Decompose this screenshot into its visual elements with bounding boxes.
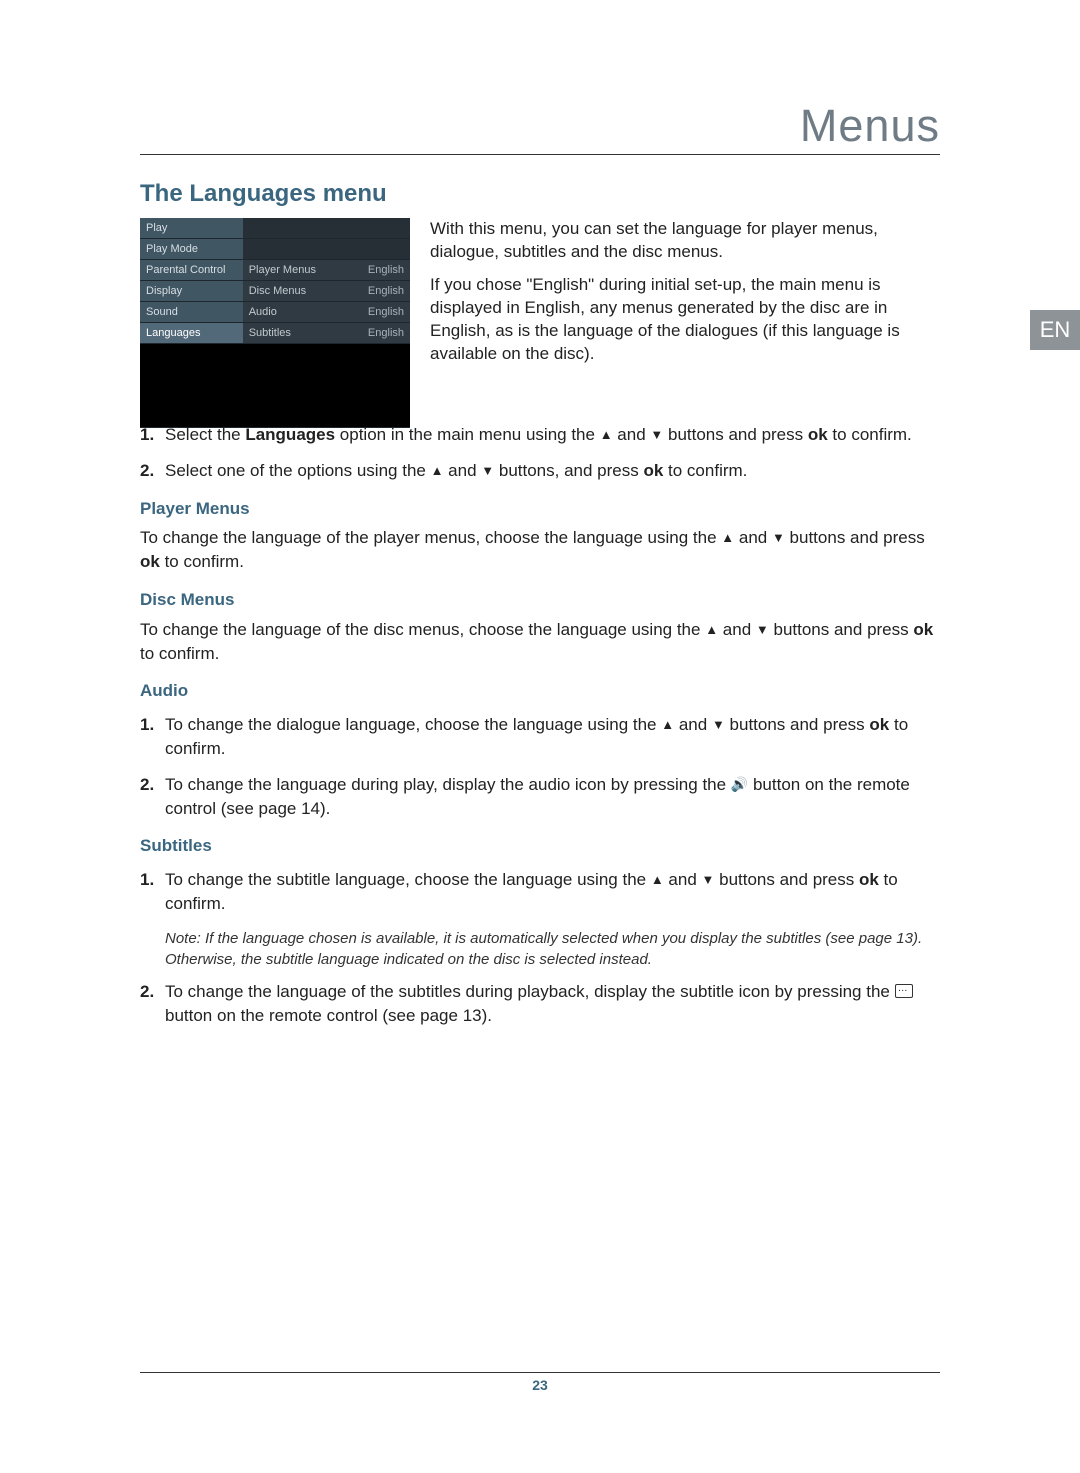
- top-steps: 1. Select the Languages option in the ma…: [140, 423, 940, 483]
- section-title: The Languages menu: [140, 180, 940, 208]
- up-arrow-icon: ▲: [431, 464, 444, 477]
- up-arrow-icon: ▲: [721, 531, 734, 544]
- menu-mid-disc: Disc Menus: [243, 281, 351, 302]
- down-arrow-icon: ▼: [702, 873, 715, 886]
- menu-left-languages: Languages: [140, 323, 243, 344]
- menu-val-player: English: [351, 260, 410, 281]
- subtitles-step-2: 2. To change the language of the subtitl…: [140, 980, 940, 1028]
- down-arrow-icon: ▼: [481, 464, 494, 477]
- step-2: 2. Select one of the options using the ▲…: [140, 459, 940, 483]
- subtitles-heading: Subtitles: [140, 834, 940, 858]
- step-1: 1. Select the Languages option in the ma…: [140, 423, 940, 447]
- subtitles-step-1: 1. To change the subtitle language, choo…: [140, 868, 940, 916]
- menu-left-sound: Sound: [140, 302, 243, 323]
- sound-icon: 🔊: [731, 775, 748, 795]
- up-arrow-icon: ▲: [661, 718, 674, 731]
- menu-mid-subtitles: Subtitles: [243, 323, 351, 344]
- subtitles-steps: 1. To change the subtitle language, choo…: [140, 868, 940, 916]
- subtitle-icon: [895, 984, 913, 998]
- player-menus-para: To change the language of the player men…: [140, 526, 940, 574]
- menu-val-audio: English: [351, 302, 410, 323]
- menu-val-subtitles: English: [351, 323, 410, 344]
- subtitles-steps-2: 2. To change the language of the subtitl…: [140, 980, 940, 1028]
- up-arrow-icon: ▲: [600, 428, 613, 441]
- menu-mid-audio: Audio: [243, 302, 351, 323]
- language-tab: EN: [1030, 310, 1080, 350]
- audio-heading: Audio: [140, 679, 940, 703]
- player-menus-heading: Player Menus: [140, 497, 940, 521]
- intro-paragraphs: With this menu, you can set the language…: [430, 218, 940, 376]
- down-arrow-icon: ▼: [756, 623, 769, 636]
- subtitles-note: Note: If the language chosen is availabl…: [165, 928, 940, 970]
- intro-p2: If you chose "English" during initial se…: [430, 274, 940, 366]
- audio-steps: 1. To change the dialogue language, choo…: [140, 713, 940, 820]
- disc-menus-para: To change the language of the disc menus…: [140, 618, 940, 666]
- intro-p1: With this menu, you can set the language…: [430, 218, 940, 264]
- disc-menus-heading: Disc Menus: [140, 588, 940, 612]
- up-arrow-icon: ▲: [705, 623, 718, 636]
- menu-mid-player: Player Menus: [243, 260, 351, 281]
- page-header-title: Menus: [140, 100, 940, 154]
- down-arrow-icon: ▼: [712, 718, 725, 731]
- page-number: 23: [532, 1377, 548, 1393]
- audio-step-2: 2. To change the language during play, d…: [140, 773, 940, 821]
- menu-left-display: Display: [140, 281, 243, 302]
- menu-left-playmode: Play Mode: [140, 239, 243, 260]
- audio-step-1: 1. To change the dialogue language, choo…: [140, 713, 940, 761]
- menu-left-parental: Parental Control: [140, 260, 243, 281]
- down-arrow-icon: ▼: [772, 531, 785, 544]
- up-arrow-icon: ▲: [651, 873, 664, 886]
- menu-left-play: Play: [140, 218, 243, 239]
- languages-menu-screenshot: Play Play Mode Parental Control Player M…: [140, 218, 410, 403]
- menu-val-disc: English: [351, 281, 410, 302]
- down-arrow-icon: ▼: [650, 428, 663, 441]
